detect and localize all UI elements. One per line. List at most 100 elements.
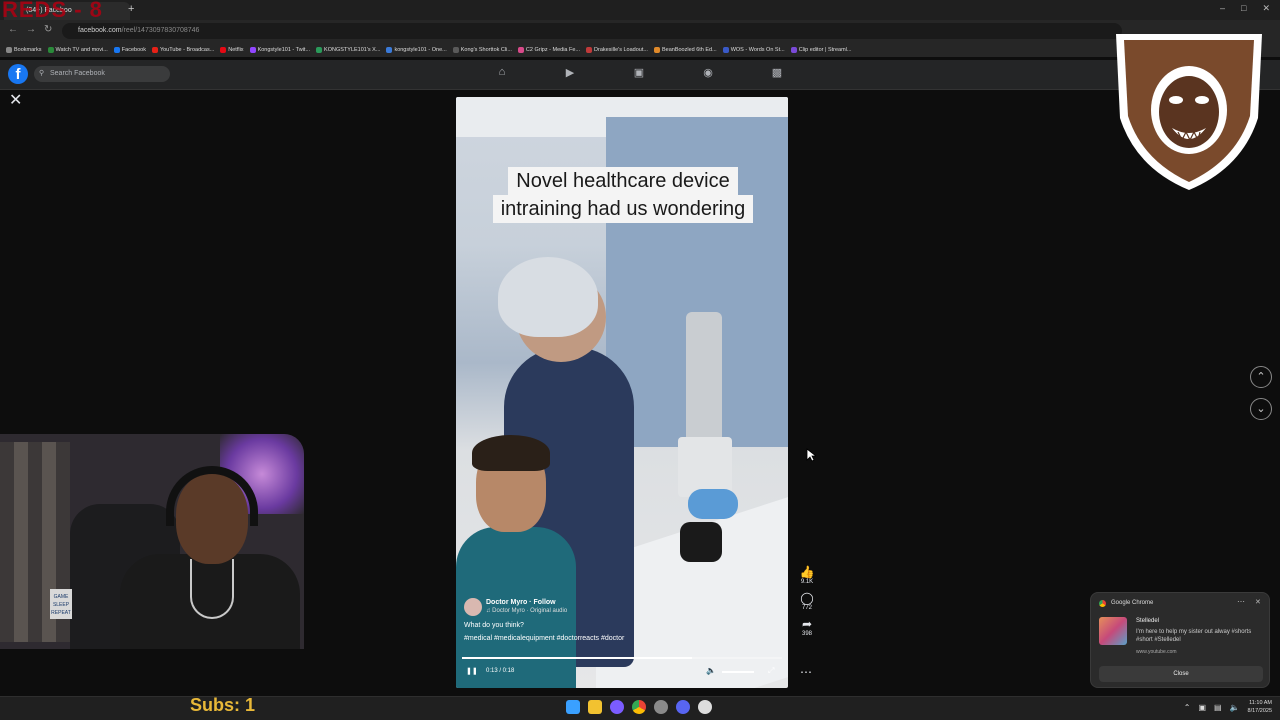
minimize-icon[interactable]: – [1220, 3, 1225, 14]
caption-line-2: intraining had us wondering [492, 195, 754, 223]
notification-thumbnail [1099, 617, 1127, 645]
cam-chain [190, 559, 234, 619]
bookmark-label: Drakesille's Loadout... [594, 46, 648, 53]
start-icon[interactable] [566, 700, 580, 714]
clock-time: 11:10 AM [1249, 700, 1272, 706]
comment-count: 772 [801, 605, 812, 611]
bookmark-item[interactable]: Bookmarks [6, 46, 42, 53]
bookmark-item[interactable]: Kongstyle101 - Twit... [249, 46, 310, 53]
progress-bar[interactable] [462, 657, 782, 659]
bookmark-item[interactable]: BeanBoozled 6th Ed... [653, 46, 717, 53]
video-device-base [678, 437, 732, 497]
reel-description: What do you think? [464, 622, 524, 629]
volume-icon[interactable]: 🔈 [1230, 703, 1240, 712]
forward-icon[interactable]: → [26, 24, 36, 35]
progress-fill [462, 657, 693, 659]
url-path: /reel/1473097830708746 [121, 27, 200, 34]
bookmark-item[interactable]: kongstyle101 - One... [386, 46, 447, 53]
like-count: 9.1K [800, 579, 814, 585]
share-button[interactable]: ➦ 398 [792, 617, 822, 637]
reload-icon[interactable]: ↻ [44, 24, 52, 35]
chrome-icon[interactable] [632, 700, 646, 714]
video-icon[interactable]: ▶ [562, 66, 578, 80]
bookmark-item[interactable]: Clip editor | Streaml... [790, 46, 852, 53]
bookmark-item[interactable]: YouTube - Broadcas... [151, 46, 214, 53]
settings-icon[interactable] [654, 700, 668, 714]
taskbar-apps [566, 700, 712, 714]
bookmark-icon [113, 46, 120, 53]
bookmark-icon [151, 46, 158, 53]
more-options-icon[interactable]: ⋯ [1237, 597, 1245, 606]
bookmark-label: BeanBoozled 6th Ed... [661, 46, 717, 53]
back-icon[interactable]: ← [8, 24, 18, 35]
video-doctor-hair [472, 435, 550, 471]
notification-close-button[interactable]: Close [1099, 666, 1263, 682]
groups-icon[interactable]: ◉ [700, 66, 716, 80]
comment-button[interactable]: ◯ 772 [792, 591, 822, 611]
bookmark-item[interactable]: Watch TV and movi... [47, 46, 108, 53]
close-window-icon[interactable]: ✕ [1262, 3, 1270, 14]
video-caption: Novel healthcare device intraining had u… [478, 167, 768, 223]
volume-slider[interactable] [722, 671, 754, 673]
bookmark-icon [790, 46, 797, 53]
caption-line-1: Novel healthcare device [508, 167, 738, 195]
bookmark-label: Clip editor | Streaml... [798, 46, 852, 53]
bookmark-label: KONGSTYLE101's X... [324, 46, 381, 53]
video-device-part [680, 522, 722, 562]
bookmark-item[interactable]: KONGSTYLE101's X... [316, 46, 381, 53]
url-input[interactable]: facebook.com/reel/1473097830708746 [62, 23, 1122, 39]
copilot-icon[interactable] [610, 700, 624, 714]
bookmark-item[interactable]: Facebook [113, 46, 146, 53]
facebook-logo[interactable]: f [8, 64, 28, 84]
search-placeholder: Search Facebook [50, 70, 105, 77]
home-icon[interactable]: ⌂ [494, 66, 510, 80]
display-icon[interactable]: ▣ [1198, 703, 1206, 712]
bookmark-item[interactable]: C2 Gripz - Media Fe... [517, 46, 581, 53]
close-icon[interactable]: ✕ [1255, 598, 1261, 606]
notification-body: I'm here to help my sister out alway #sh… [1136, 629, 1252, 643]
reel-hashtags[interactable]: #medical #medicalequipment #doctorreacts… [464, 635, 624, 642]
network-icon[interactable]: ▤ [1214, 703, 1222, 712]
volume-icon[interactable]: 🔈 [706, 666, 716, 675]
bookmark-item[interactable]: Kong's Shorttok Cli... [452, 46, 512, 53]
reel-actions: 👍 9.1K ◯ 772 ➦ 398 [792, 565, 822, 643]
marketplace-icon[interactable]: ▣ [631, 66, 647, 80]
gaming-icon[interactable]: ▩ [769, 66, 785, 80]
cam-sign: GAME SLEEP REPEAT [50, 589, 72, 619]
bookmark-label: C2 Gripz - Media Fe... [525, 46, 581, 53]
bookmark-label: Bookmarks [14, 46, 42, 53]
file-explorer-icon[interactable] [588, 700, 602, 714]
clock-date: 8/17/2025 [1247, 708, 1272, 714]
search-input[interactable]: ⚲ Search Facebook [34, 66, 170, 82]
window-controls: – □ ✕ [1220, 3, 1270, 14]
more-options-icon[interactable]: ⋯ [800, 665, 812, 679]
system-tray: ⌃ ▣ ▤ 🔈 11:10 AM 8/17/2025 [1184, 699, 1272, 715]
gorilla-shield-logo [1116, 34, 1262, 190]
audio-label[interactable]: ♫ Doctor Myro · Original audio [486, 608, 567, 614]
previous-reel-icon[interactable]: ⌃ [1250, 366, 1272, 388]
tray-chevron-icon[interactable]: ⌃ [1184, 703, 1191, 712]
like-button[interactable]: 👍 9.1K [792, 565, 822, 585]
close-icon[interactable]: ✕ [9, 90, 22, 110]
avatar[interactable] [464, 598, 482, 616]
next-reel-icon[interactable]: ⌄ [1250, 398, 1272, 420]
bookmark-icon [249, 46, 256, 53]
discord-icon[interactable] [676, 700, 690, 714]
url-host: facebook.com [78, 27, 122, 34]
chrome-notification: Google Chrome ⋯ ✕ Stelledel I'm here to … [1090, 592, 1270, 688]
new-tab-icon[interactable]: + [128, 3, 134, 15]
bookmark-item[interactable]: Drakesille's Loadout... [586, 46, 648, 53]
bookmark-icon [653, 46, 660, 53]
bookmark-icon [517, 46, 524, 53]
author-name[interactable]: Doctor Myro · Follow [486, 599, 556, 606]
bookmark-item[interactable]: WOS - Words On St... [722, 46, 785, 53]
bookmark-item[interactable]: Netflix [220, 46, 244, 53]
obs-icon[interactable] [698, 700, 712, 714]
subs-counter: Subs: 1 [190, 695, 256, 715]
maximize-icon[interactable]: □ [1241, 3, 1246, 14]
pause-icon[interactable]: ❚❚ [466, 667, 478, 675]
clock[interactable]: 11:10 AM 8/17/2025 [1248, 699, 1272, 715]
fullscreen-icon[interactable]: ⤢ [768, 666, 774, 676]
bookmark-icon [452, 46, 459, 53]
bookmark-icon [6, 46, 12, 53]
